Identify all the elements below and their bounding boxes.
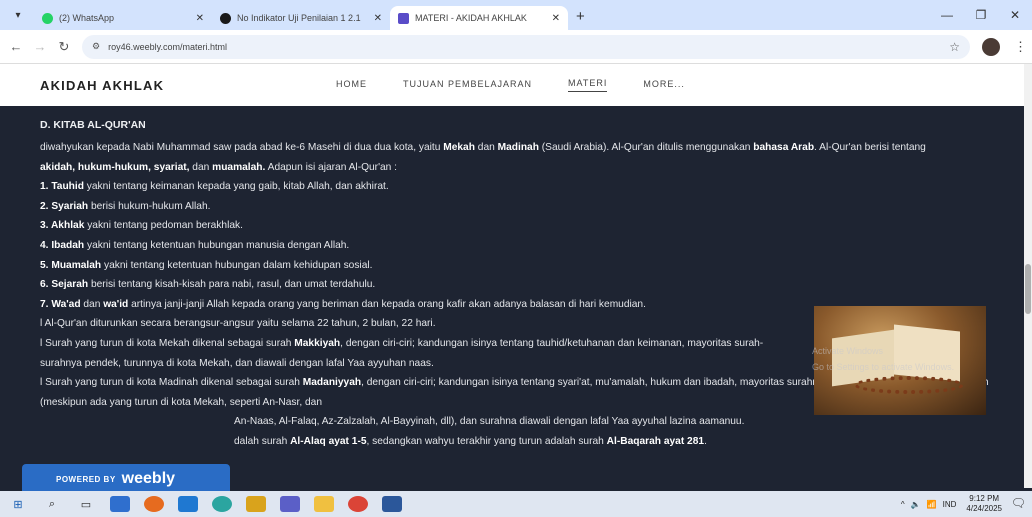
firefox-icon[interactable] [144,496,164,512]
close-tab-icon[interactable]: ✕ [196,13,204,24]
windows-start-icon[interactable]: ⊞ [8,496,28,512]
first-last-revelation: dalah surah Al-Alaq ayat 1-5, sedangkan … [234,435,707,447]
folder-icon[interactable] [314,496,334,512]
list-item: 5. Muamalah yakni tentang ketentuan hubu… [40,259,373,271]
tab-search-icon[interactable]: ▾ [8,5,28,25]
back-icon[interactable]: ← [4,39,28,54]
nav-more[interactable]: MORE... [643,79,685,92]
tab-title: (2) WhatsApp [59,13,115,23]
page-scrollbar[interactable] [1024,64,1032,488]
site-info-icon[interactable]: ⚙ [92,41,100,52]
clock[interactable]: 9:12 PM 4/24/2025 [966,494,1002,514]
word-icon[interactable] [382,496,402,512]
windows-taskbar: ⊞ ⌕ ▭ ^ 🔈 📶 IND 9:12 PM 4/24/2025 🗨 [0,491,1032,517]
site-favicon-icon [220,12,231,24]
restore-icon[interactable]: ❐ [964,8,998,22]
site-logo[interactable]: AKIDAH AKHLAK [40,78,336,93]
mail-icon[interactable] [178,496,198,512]
browser-tab-strip: ▾ (2) WhatsApp ✕ No Indikator Uji Penila… [0,0,1032,30]
tray-chevron-icon[interactable]: ^ [901,500,905,509]
input-language[interactable]: IND [943,500,957,509]
site-nav: HOME TUJUAN PEMBELAJARAN MATERI MORE... [336,78,721,92]
list-item: 3. Akhlak yakni tentang pedoman berakhla… [40,220,243,232]
network-icon[interactable]: 📶 [927,500,937,509]
list-item: 1. Tauhid yakni tentang keimanan kepada … [40,181,389,193]
address-bar[interactable]: ⚙ roy46.weebly.com/materi.html ☆ [82,34,970,59]
bookmark-star-icon[interactable]: ☆ [949,40,960,54]
main-content: D. KITAB AL-QUR'AN diwahyukan kepada Nab… [0,106,1024,488]
site-header: AKIDAH AKHLAK HOME TUJUAN PEMBELAJARAN M… [0,64,1024,106]
tab-whatsapp[interactable]: (2) WhatsApp ✕ [34,6,212,30]
weebly-badge[interactable]: POWERED BY weebly [22,464,230,494]
profile-avatar[interactable] [982,37,1000,56]
reload-icon[interactable]: ↻ [52,39,76,55]
chrome-icon[interactable] [348,496,368,512]
forward-icon[interactable]: → [28,39,52,54]
nav-tujuan[interactable]: TUJUAN PEMBELAJARAN [403,79,532,92]
close-window-icon[interactable]: ✕ [998,8,1032,22]
teams-icon[interactable] [280,496,300,512]
search-icon[interactable]: ⌕ [42,496,62,512]
paint-icon[interactable] [246,496,266,512]
section-heading: D. KITAB AL-QUR'AN [40,119,146,131]
nav-home[interactable]: HOME [336,79,367,92]
task-view-icon[interactable]: ▭ [76,496,96,512]
tab-materi[interactable]: MATERI - AKIDAH AKHLAK ✕ [390,6,568,30]
system-tray: ^ 🔈 📶 IND 9:12 PM 4/24/2025 [901,491,1002,517]
tab-title: No Indikator Uji Penilaian 1 2.1 [237,13,361,23]
browser-toolbar: ← → ↻ ⚙ roy46.weebly.com/materi.html ☆ ⋮ [0,30,1032,64]
activate-windows-watermark: Activate Windows Go to Settings to activ… [812,346,955,372]
browser-menu-icon[interactable]: ⋮ [1014,39,1027,55]
surah-continuation: An-Naas, Al-Falaq, Az-Zalzalah, Al-Bayyi… [234,416,745,428]
weebly-favicon-icon [398,12,409,24]
store-icon[interactable] [110,496,130,512]
close-tab-icon[interactable]: ✕ [552,13,560,24]
list-item: 6. Sejarah berisi tentang kisah-kisah pa… [40,279,376,291]
makkiyah-paragraph: l Surah yang turun di kota Mekah dikenal… [40,337,764,369]
minimize-icon[interactable]: — [930,8,964,22]
close-tab-icon[interactable]: ✕ [374,13,382,24]
list-item: 2. Syariah berisi hukum-hukum Allah. [40,200,211,212]
new-tab-icon[interactable]: + [576,8,585,25]
intro-paragraph: diwahyukan kepada Nabi Muhammad saw pada… [40,142,926,173]
volume-icon[interactable]: 🔈 [911,500,921,509]
list-item: 7. Wa'ad dan wa'id artinya janji-janji A… [40,298,646,310]
tab-indikator[interactable]: No Indikator Uji Penilaian 1 2.1 ✕ [212,6,390,30]
whatsapp-icon [42,12,53,24]
edge-icon[interactable] [212,496,232,512]
url-text[interactable]: roy46.weebly.com/materi.html [108,42,949,52]
window-controls: — ❐ ✕ [930,0,1032,30]
nav-materi[interactable]: MATERI [568,78,608,92]
tab-title: MATERI - AKIDAH AKHLAK [415,13,527,23]
list-item: 4. Ibadah yakni tentang ketentuan hubung… [40,239,350,251]
notification-icon[interactable]: 🗨 [1011,496,1026,510]
